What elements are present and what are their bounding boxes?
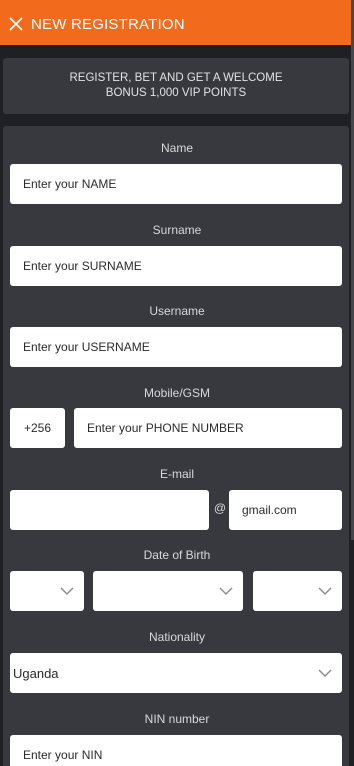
country-code-field[interactable]: +256 <box>10 408 65 448</box>
username-label: Username <box>149 304 205 318</box>
nationality-label: Nationality <box>148 630 206 644</box>
page-title: NEW REGISTRATION <box>31 16 185 33</box>
email-domain-field[interactable]: gmail.com <box>229 490 342 530</box>
username-input[interactable]: Enter your USERNAME <box>10 327 342 367</box>
name-label: Name <box>160 141 193 155</box>
banner-line-1: REGISTER, BET AND GET A WELCOME <box>69 72 283 84</box>
header-bar: NEW REGISTRATION <box>0 0 354 45</box>
email-at-sign: @ <box>213 501 227 515</box>
name-input[interactable]: Enter your NAME <box>10 164 342 204</box>
surname-label: Surname <box>152 223 202 237</box>
chevron-down-icon <box>219 587 233 595</box>
chevron-down-icon <box>60 587 74 595</box>
email-label: E-mail <box>159 467 194 481</box>
phone-number-input[interactable]: Enter your PHONE NUMBER <box>74 408 342 448</box>
nationality-value: Uganda <box>13 665 59 681</box>
dob-month-select[interactable] <box>93 571 243 611</box>
chevron-down-icon <box>318 587 332 595</box>
dob-day-select[interactable] <box>10 571 84 611</box>
welcome-bonus-banner: REGISTER, BET AND GET A WELCOME BONUS 1,… <box>3 58 349 114</box>
close-icon[interactable] <box>9 17 23 31</box>
chevron-down-icon <box>318 669 332 677</box>
banner-line-2: BONUS 1,000 VIP POINTS <box>105 87 247 99</box>
surname-input[interactable]: Enter your SURNAME <box>10 246 342 286</box>
nationality-select[interactable]: Uganda <box>10 653 342 693</box>
dob-label: Date of Birth <box>143 548 211 562</box>
mobile-label: Mobile/GSM <box>143 386 211 400</box>
nin-input[interactable]: Enter your NIN <box>10 735 342 766</box>
email-input[interactable] <box>10 490 209 530</box>
nin-label: NIN number <box>144 712 210 726</box>
dob-year-select[interactable] <box>253 571 342 611</box>
